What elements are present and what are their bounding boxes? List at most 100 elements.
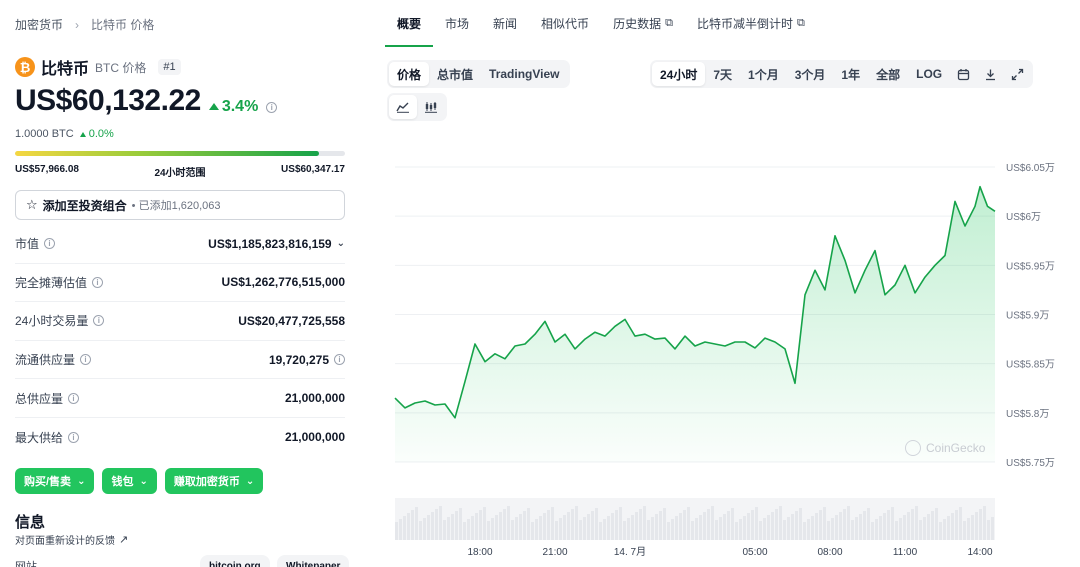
stat-row-market-cap: 市值 i US$1,185,823,816,159 ⌄ <box>15 225 345 264</box>
volume-bar <box>899 518 902 540</box>
volume-bar <box>895 521 898 540</box>
price-chart[interactable]: US$6.05万 US$6万 US$5.95万 US$5.9万 US$5.85万 US$5… <box>385 130 1080 567</box>
volume-bar <box>831 518 834 540</box>
volume-bar <box>467 519 470 540</box>
add-to-portfolio-label: 添加至投资组合 <box>42 198 127 213</box>
volume-bar <box>763 518 766 540</box>
volume-bar <box>639 509 642 540</box>
volume-bar <box>487 521 490 540</box>
volume-bar <box>403 516 406 540</box>
calendar-icon[interactable] <box>950 62 977 86</box>
info-icon[interactable]: i <box>334 354 345 366</box>
volume-bar <box>587 514 590 540</box>
buy-sell-button[interactable]: 购买/售卖 ⌄ <box>15 468 95 494</box>
breadcrumb-root[interactable]: 加密货币 <box>15 16 63 33</box>
range-7d[interactable]: 7天 <box>705 62 740 86</box>
market-cap-dropdown[interactable]: US$1,185,823,816,159 ⌄ <box>208 237 345 251</box>
add-to-portfolio-button[interactable]: ☆ 添加至投资组合 • 已添加1,620,063 <box>15 190 345 220</box>
volume-bar <box>791 514 794 540</box>
volume-bar <box>983 506 986 540</box>
volume-bar <box>567 512 570 540</box>
stat-label: 流通供应量 <box>15 353 76 368</box>
range-1m[interactable]: 1个月 <box>740 62 787 86</box>
y-axis-tick-label: US$6万 <box>1006 212 1041 223</box>
stat-value: 19,720,275 <box>268 352 329 367</box>
caret-up-icon <box>79 131 86 137</box>
tab-markets[interactable]: 市场 <box>433 0 481 47</box>
chart-type-market-cap[interactable]: 总市值 <box>429 62 481 86</box>
volume-bar <box>919 520 922 540</box>
tab-halving-countdown[interactable]: 比特币减半倒计时 ⧉ <box>685 0 817 47</box>
range-all[interactable]: 全部 <box>868 62 908 86</box>
range-bar-fill <box>15 151 319 156</box>
info-icon[interactable]: i <box>68 392 80 404</box>
stat-row-circulating-supply: 流通供应量 i 19,720,275 i <box>15 341 345 380</box>
stat-row-total-supply: 总供应量 i 21,000,000 <box>15 379 345 418</box>
volume-bar <box>787 517 790 540</box>
chart-type-price[interactable]: 价格 <box>389 62 430 86</box>
volume-bar <box>859 514 862 540</box>
x-axis-tick-label: 21:00 <box>542 547 567 558</box>
stat-row-max-supply: 最大供给 i 21,000,000 <box>15 418 345 457</box>
info-icon[interactable]: i <box>266 102 278 113</box>
btc-price-change-value: 0.0% <box>88 128 114 140</box>
info-icon[interactable]: i <box>92 276 104 288</box>
volume-bar <box>967 518 970 540</box>
volume-bar <box>607 516 610 540</box>
volume-bar <box>863 511 866 540</box>
chart-type-tradingview[interactable]: TradingView <box>481 62 567 86</box>
volume-bar <box>591 511 594 540</box>
stat-row-volume: 24小时交易量 i US$20,477,725,558 <box>15 302 345 341</box>
range-log[interactable]: LOG <box>908 62 950 86</box>
tab-overview[interactable]: 概要 <box>385 0 434 47</box>
volume-bar <box>911 509 914 540</box>
y-axis-tick-label: US$5.75万 <box>1006 458 1055 469</box>
tab-label: 历史数据 <box>613 17 662 31</box>
x-axis-tick-label: 14:00 <box>967 547 992 558</box>
volume-bar <box>519 514 522 540</box>
website-link-bitcoin-org[interactable]: bitcoin.org <box>200 555 270 567</box>
expand-icon[interactable] <box>1004 62 1031 86</box>
volume-bar <box>675 516 678 540</box>
volume-bar <box>955 510 958 540</box>
range-24h[interactable]: 24小时 <box>652 62 706 86</box>
volume-bar <box>799 508 802 540</box>
external-link-icon: ⧉ <box>796 17 805 29</box>
whitepaper-link[interactable]: Whitepaper <box>277 555 350 567</box>
volume-bar <box>671 519 674 540</box>
volume-bar <box>931 511 934 540</box>
chevron-right-icon: › <box>75 17 80 32</box>
tab-similar-coins[interactable]: 相似代币 <box>529 0 601 47</box>
volume-bar <box>667 522 670 540</box>
volume-bar <box>939 522 942 540</box>
volume-bar <box>767 515 770 540</box>
coin-info-panel: 加密货币 › 比特币 价格 ₿ 比特币 BTC 价格 #1 US$60,132.… <box>15 0 350 567</box>
info-icon[interactable]: i <box>68 431 80 443</box>
info-icon[interactable]: i <box>44 238 56 250</box>
feedback-link[interactable]: 对页面重新设计的反馈 ↗ <box>15 532 128 547</box>
volume-bar <box>571 509 574 540</box>
volume-bar <box>959 507 962 540</box>
website-label: 网站 <box>15 561 37 567</box>
info-icon[interactable]: i <box>93 315 105 327</box>
volume-bar <box>951 513 954 540</box>
info-icon[interactable]: i <box>80 354 92 366</box>
volume-bar <box>631 515 634 540</box>
stat-label: 总供应量 <box>15 391 64 406</box>
tab-label: 新闻 <box>493 17 518 31</box>
y-axis-tick-label: US$6.05万 <box>1006 163 1055 174</box>
wallet-button[interactable]: 钱包 ⌄ <box>102 468 157 494</box>
volume-bar <box>583 517 586 540</box>
tab-news[interactable]: 新闻 <box>481 0 529 47</box>
volume-bar <box>979 509 982 540</box>
range-low: US$57,966.08 <box>15 164 79 175</box>
volume-bar <box>847 506 850 540</box>
earn-crypto-button[interactable]: 赚取加密货币 ⌄ <box>164 468 264 494</box>
line-chart-icon[interactable] <box>389 95 417 119</box>
candlestick-icon[interactable] <box>417 95 445 119</box>
tab-historical-data[interactable]: 历史数据 ⧉ <box>601 0 685 47</box>
download-icon[interactable] <box>977 62 1004 86</box>
range-1y[interactable]: 1年 <box>833 62 868 86</box>
volume-bar <box>739 519 742 540</box>
range-3m[interactable]: 3个月 <box>787 62 834 86</box>
